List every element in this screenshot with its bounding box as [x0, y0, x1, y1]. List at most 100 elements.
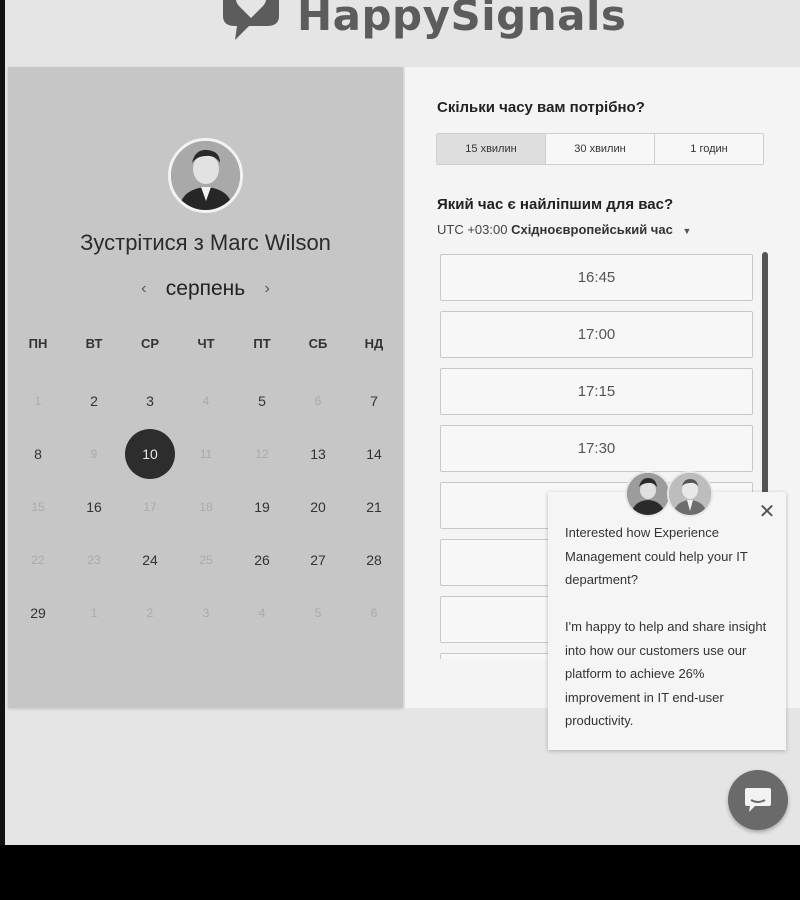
- caret-down-icon: ▼: [682, 226, 692, 236]
- calendar-day-number: 25: [199, 552, 213, 567]
- chat-launcher-button[interactable]: [728, 770, 788, 830]
- calendar-day-number: 15: [31, 499, 45, 514]
- calendar-day-number: 13: [310, 445, 326, 462]
- calendar-panel: Зустрітися з Marc Wilson ‹ серпень › ПН В…: [8, 67, 403, 708]
- timezone-offset: UTC +03:00: [437, 222, 508, 237]
- calendar-day[interactable]: 20: [290, 480, 346, 533]
- time-slot-button[interactable]: 17:15: [440, 368, 753, 415]
- host-avatar: [168, 138, 243, 213]
- happysignals-logo: HappySignals: [215, 0, 626, 48]
- calendar-day-unavailable: 6: [346, 586, 402, 639]
- calendar-day-number: 23: [87, 552, 101, 567]
- calendar-day-unavailable: 2: [122, 586, 178, 639]
- time-question: Який час є найліпшим для вас?: [437, 196, 674, 213]
- weekday-label: ЧТ: [197, 336, 215, 351]
- duration-question: Скільки часу вам потрібно?: [437, 99, 645, 116]
- calendar-day-number: 24: [142, 551, 158, 568]
- calendar-day[interactable]: 24: [122, 533, 178, 586]
- calendar-day-number: 14: [366, 445, 382, 462]
- meeting-title: Зустрітися з Marc Wilson: [80, 230, 331, 255]
- calendar-day-number: 2: [146, 605, 154, 620]
- calendar-day-unavailable: 4: [178, 374, 234, 427]
- calendar-day-number: 18: [199, 499, 213, 514]
- calendar-day-number: 17: [143, 499, 157, 514]
- calendar-day-number: 3: [146, 392, 154, 409]
- calendar-day[interactable]: 8: [10, 427, 66, 480]
- calendar-day-number: 6: [314, 393, 322, 408]
- timezone-selector[interactable]: UTC +03:00 Східноєвропейський час ▼: [437, 222, 691, 237]
- timezone-name: Східноєвропейський час: [511, 222, 673, 237]
- calendar-day[interactable]: 27: [290, 533, 346, 586]
- duration-selector: 15 хвилин 30 хвилин 1 годин: [436, 133, 764, 165]
- chat-popup: ✕ Interested how Experience Management c…: [548, 492, 786, 750]
- calendar-day-number: 10: [125, 428, 175, 479]
- calendar-day-number: 28: [366, 551, 382, 568]
- calendar-day-number: 12: [255, 446, 269, 461]
- agent-avatar-1: [625, 471, 671, 517]
- calendar-day[interactable]: 21: [346, 480, 402, 533]
- calendar-day-unavailable: 5: [290, 586, 346, 639]
- calendar-day-number: 16: [86, 498, 102, 515]
- duration-option-2[interactable]: 30 хвилин: [546, 134, 655, 164]
- calendar-day[interactable]: 5: [234, 374, 290, 427]
- chat-bubble-icon: [745, 788, 771, 812]
- heart-bubble-icon: [215, 0, 287, 48]
- calendar-day-number: 26: [254, 551, 270, 568]
- window-edge: [0, 0, 5, 845]
- close-icon[interactable]: ✕: [756, 502, 778, 522]
- calendar-day[interactable]: 3: [122, 374, 178, 427]
- duration-option-1[interactable]: 15 хвилин: [437, 134, 546, 164]
- calendar-day-unavailable: 12: [234, 427, 290, 480]
- calendar-day-unavailable: 1: [66, 586, 122, 639]
- calendar-day-unavailable: 9: [66, 427, 122, 480]
- calendar-day-number: 9: [90, 446, 98, 461]
- calendar-day-unavailable: 17: [122, 480, 178, 533]
- calendar-day[interactable]: 16: [66, 480, 122, 533]
- calendar-day-unavailable: 18: [178, 480, 234, 533]
- time-slot-button[interactable]: 17:00: [440, 311, 753, 358]
- chat-agent-avatars: [625, 471, 715, 519]
- calendar-day-selected[interactable]: 10: [122, 427, 178, 480]
- calendar-day-number: 7: [370, 392, 378, 409]
- calendar-day-number: 1: [34, 393, 42, 408]
- calendar-day[interactable]: 7: [346, 374, 402, 427]
- calendar-day[interactable]: 28: [346, 533, 402, 586]
- weekday-header: ПН ВТ СР ЧТ ПТ СБ НД: [10, 336, 402, 351]
- calendar-day-number: 5: [258, 392, 266, 409]
- chat-message: Interested how Experience Management cou…: [565, 521, 775, 756]
- prev-month-chevron-icon[interactable]: ‹: [132, 280, 156, 298]
- weekday-label: СБ: [308, 336, 328, 351]
- calendar-day[interactable]: 26: [234, 533, 290, 586]
- weekday-label: НД: [364, 336, 384, 351]
- page: HappySignals Зустрітися з Marc Wilson ‹ …: [0, 0, 800, 845]
- calendar-day-unavailable: 15: [10, 480, 66, 533]
- calendar-day-unavailable: 4: [234, 586, 290, 639]
- calendar-day-number: 21: [366, 498, 382, 515]
- month-navigation: ‹ серпень ›: [8, 277, 403, 301]
- chat-message-paragraph-2: I'm happy to help and share insight into…: [565, 619, 767, 728]
- weekday-label: ВТ: [85, 336, 103, 351]
- time-slot-button[interactable]: 17:30: [440, 425, 753, 472]
- calendar-day-unavailable: 25: [178, 533, 234, 586]
- calendar-day-number: 19: [254, 498, 270, 515]
- calendar-day[interactable]: 29: [10, 586, 66, 639]
- calendar-day[interactable]: 13: [290, 427, 346, 480]
- calendar-day-unavailable: 23: [66, 533, 122, 586]
- calendar-day[interactable]: 19: [234, 480, 290, 533]
- weekday-label: ПН: [28, 336, 48, 351]
- calendar-day[interactable]: 2: [66, 374, 122, 427]
- calendar-day-number: 1: [90, 605, 98, 620]
- time-slot-button[interactable]: 16:45: [440, 254, 753, 301]
- calendar-day-number: 6: [370, 605, 378, 620]
- calendar-day-number: 5: [314, 605, 322, 620]
- calendar-day[interactable]: 14: [346, 427, 402, 480]
- duration-option-3[interactable]: 1 годин: [655, 134, 763, 164]
- calendar-day-number: 4: [258, 605, 266, 620]
- next-month-chevron-icon[interactable]: ›: [255, 280, 279, 298]
- weekday-label: СР: [140, 336, 160, 351]
- calendar-day-unavailable: 1: [10, 374, 66, 427]
- weekday-label: ПТ: [253, 336, 271, 351]
- calendar-day-unavailable: 6: [290, 374, 346, 427]
- calendar-day-number: 8: [34, 445, 42, 462]
- chat-message-paragraph-1: Interested how Experience Management cou…: [565, 525, 748, 587]
